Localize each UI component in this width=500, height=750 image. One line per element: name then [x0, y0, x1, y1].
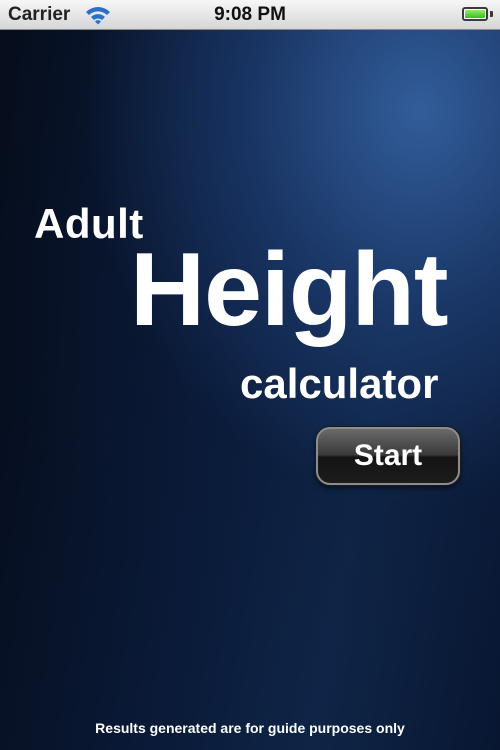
title-calculator: calculator [240, 360, 439, 407]
battery-nub [490, 11, 493, 17]
battery-icon [462, 7, 488, 21]
app-screen: Carrier 9:08 PM Adult Height calculator … [0, 0, 500, 750]
disclaimer-text: Results generated are for guide purposes… [95, 720, 405, 736]
start-button[interactable]: Start [316, 427, 460, 485]
status-time: 9:08 PM [214, 4, 286, 25]
main-content: Adult Height calculator Start Results ge… [0, 30, 500, 750]
title-height: Height [130, 232, 449, 348]
status-bar: Carrier 9:08 PM [0, 0, 500, 30]
battery-level [465, 10, 485, 18]
title-adult: Adult [34, 200, 144, 247]
